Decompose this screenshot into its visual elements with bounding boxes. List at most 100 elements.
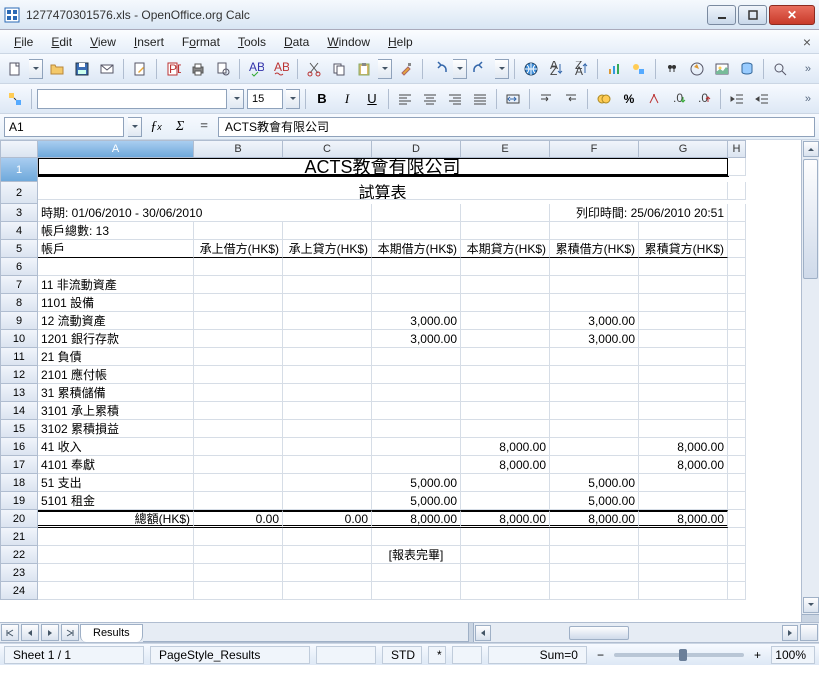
cell-D10[interactable]: 3,000.00 [372,330,461,348]
cell-C8[interactable] [283,294,372,312]
new-icon[interactable] [4,58,26,80]
cell-D19[interactable]: 5,000.00 [372,492,461,510]
col-header-H[interactable]: H [728,140,746,158]
align-center-icon[interactable] [419,88,441,110]
cell-F21[interactable] [550,528,639,546]
copy-icon[interactable] [328,58,350,80]
cell-D16[interactable] [372,438,461,456]
cell-F11[interactable] [550,348,639,366]
cell-F24[interactable] [550,582,639,600]
row-header-15[interactable]: 15 [0,420,38,438]
row-header-9[interactable]: 9 [0,312,38,330]
cell-H3[interactable] [728,204,746,222]
cell-F15[interactable] [550,420,639,438]
col-header-F[interactable]: F [550,140,639,158]
toolbar2-overflow-icon[interactable]: » [801,93,815,105]
zoom-out-icon[interactable]: − [593,648,608,662]
status-std[interactable]: STD [382,646,422,664]
cell-G13[interactable] [639,384,728,402]
cell-A19[interactable]: 5101 租金 [38,492,194,510]
align-right-icon[interactable] [444,88,466,110]
cell-A23[interactable] [38,564,194,582]
cell-G23[interactable] [639,564,728,582]
sum-icon[interactable]: Σ [170,117,190,137]
cell-H9[interactable] [728,312,746,330]
styles-icon[interactable] [4,88,26,110]
font-name-dropdown[interactable] [230,89,244,109]
cell-B23[interactable] [194,564,283,582]
cell-C23[interactable] [283,564,372,582]
cell-C16[interactable] [283,438,372,456]
zoom-in-icon[interactable]: + [750,648,765,662]
cell-E23[interactable] [461,564,550,582]
cell-F17[interactable] [550,456,639,474]
vsplit-handle[interactable] [802,614,819,622]
cell-C19[interactable] [283,492,372,510]
cell-G21[interactable] [639,528,728,546]
tab-prev-icon[interactable] [21,624,39,641]
menu-insert[interactable]: Insert [126,33,172,51]
add-decimal-icon[interactable]: .0 [668,88,690,110]
cell-F20[interactable]: 8,000.00 [550,510,639,528]
save-icon[interactable] [71,58,93,80]
remove-decimal-icon[interactable]: .0 [693,88,715,110]
cell-G11[interactable] [639,348,728,366]
cell-H8[interactable] [728,294,746,312]
cell-G9[interactable] [639,312,728,330]
cell-B12[interactable] [194,366,283,384]
cell-E6[interactable] [461,258,550,276]
cell-E12[interactable] [461,366,550,384]
cell-H11[interactable] [728,348,746,366]
cell-B6[interactable] [194,258,283,276]
cell-H16[interactable] [728,438,746,456]
font-name-input[interactable] [37,89,227,109]
menu-file[interactable]: File [6,33,41,51]
paste-icon[interactable] [353,58,375,80]
menu-edit[interactable]: Edit [43,33,80,51]
cell-D23[interactable] [372,564,461,582]
spellcheck-icon[interactable]: ABC [245,58,267,80]
cell-D18[interactable]: 5,000.00 [372,474,461,492]
cell-C20[interactable]: 0.00 [283,510,372,528]
cell-B9[interactable] [194,312,283,330]
cell-H17[interactable] [728,456,746,474]
cell-A7[interactable]: 11 非流動資產 [38,276,194,294]
paste-dropdown[interactable] [378,59,392,79]
cell-B22[interactable] [194,546,283,564]
row-header-8[interactable]: 8 [0,294,38,312]
doc-close-icon[interactable]: × [803,34,811,50]
cell-H14[interactable] [728,402,746,420]
cell-D7[interactable] [372,276,461,294]
cell-E4[interactable] [461,222,550,240]
cell-D22[interactable]: [報表完畢] [372,546,461,564]
cell-A16[interactable]: 41 收入 [38,438,194,456]
hyperlink-icon[interactable] [520,58,542,80]
cell-E9[interactable] [461,312,550,330]
cell-E14[interactable] [461,402,550,420]
open-icon[interactable] [46,58,68,80]
cell-F6[interactable] [550,258,639,276]
cell-C6[interactable] [283,258,372,276]
tab-next-icon[interactable] [41,624,59,641]
align-left-icon[interactable] [394,88,416,110]
scroll-thumb[interactable] [803,159,818,279]
cell-A4[interactable]: 帳戶總數: 13 [38,222,194,240]
cell-D12[interactable] [372,366,461,384]
zoom-slider[interactable] [614,653,744,657]
cell-F23[interactable] [550,564,639,582]
undo-icon[interactable] [428,58,450,80]
row-header-17[interactable]: 17 [0,456,38,474]
email-icon[interactable] [96,58,118,80]
cell-G16[interactable]: 8,000.00 [639,438,728,456]
cell-E24[interactable] [461,582,550,600]
cell-E11[interactable] [461,348,550,366]
select-all-corner[interactable] [0,140,38,158]
vertical-scrollbar[interactable] [801,140,819,622]
status-insert[interactable] [316,646,376,664]
col-header-C[interactable]: C [283,140,372,158]
cell-G24[interactable] [639,582,728,600]
cell-A6[interactable] [38,258,194,276]
cell-D8[interactable] [372,294,461,312]
row-header-12[interactable]: 12 [0,366,38,384]
menu-view[interactable]: View [82,33,124,51]
